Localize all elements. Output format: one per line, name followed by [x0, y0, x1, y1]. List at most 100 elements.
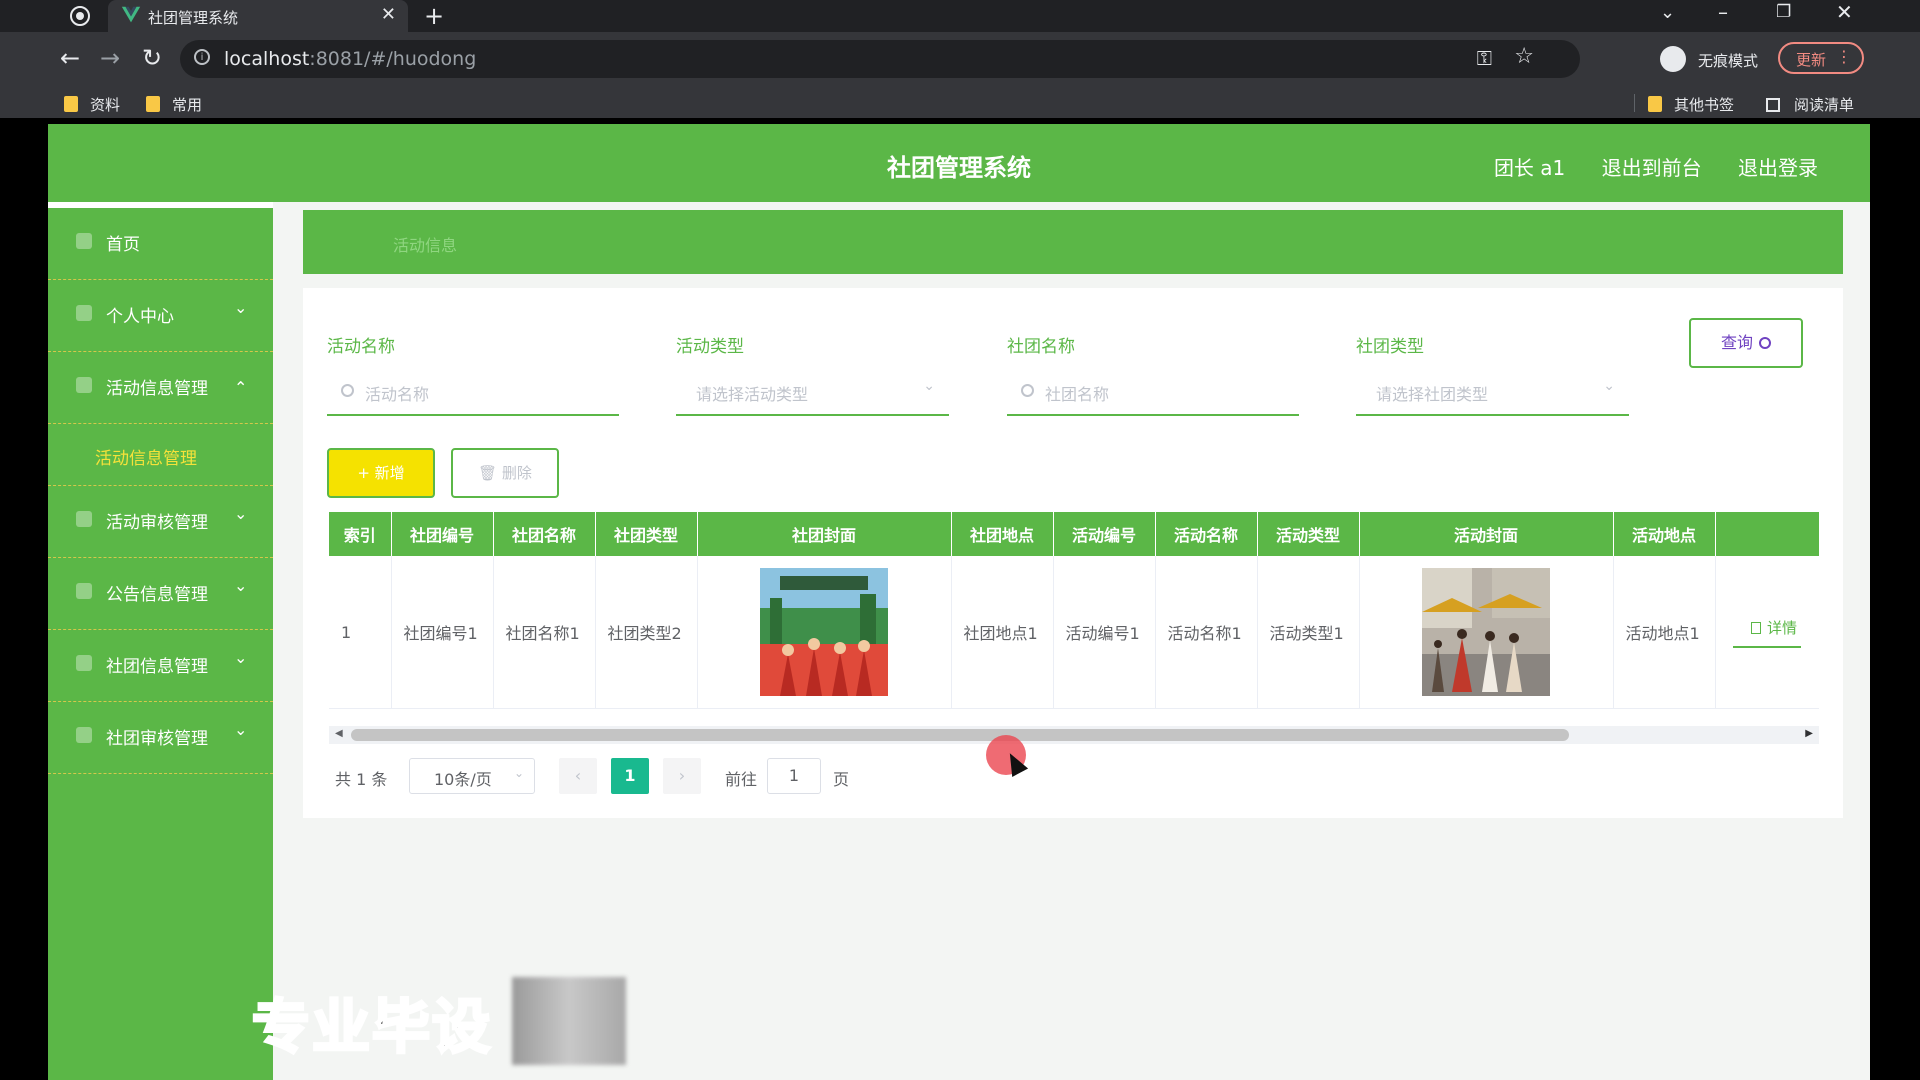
chrome-icon [70, 6, 90, 26]
query-button[interactable]: 查询 [1689, 318, 1803, 368]
list-card: 活动名称 活动名称 活动类型 请选择活动类型 ⌄ 社团名称 社团名称 社团类型 … [303, 288, 1843, 818]
back-icon[interactable]: ← [60, 44, 80, 72]
prev-page-button[interactable]: ‹ [559, 758, 597, 794]
col-header: 活动类型 [1257, 512, 1360, 556]
current-page[interactable]: 1 [611, 758, 649, 794]
goto-page-input[interactable]: 1 [767, 758, 821, 794]
browser-tab[interactable]: 社团管理系统 ✕ [108, 0, 408, 32]
club-type-select[interactable]: 请选择社团类型 ⌄ [1356, 368, 1629, 416]
search-icon [1759, 337, 1771, 349]
incognito-indicator[interactable]: 无痕模式 [1660, 40, 1780, 78]
page-size-select[interactable]: 10条/页 ⌄ [409, 758, 535, 794]
goto-label: 前往 [725, 770, 758, 789]
chevron-down-icon: ⌄ [234, 504, 248, 523]
table-header-row: 索引 社团编号 社团名称 社团类型 社团封面 社团地点 活动编号 活动名称 活动… [329, 512, 1819, 556]
reading-list-icon [1766, 98, 1780, 112]
add-button[interactable]: + 新增 [327, 448, 435, 498]
horizontal-scrollbar[interactable]: ◀ ▶ [329, 726, 1819, 744]
col-header: 社团类型 [595, 512, 698, 556]
detail-button[interactable]: 详情 [1732, 617, 1801, 648]
sidebar-item-club-review[interactable]: 社团审核管理 ⌄ [48, 702, 273, 774]
bookmark-separator [1634, 94, 1635, 112]
restore-icon[interactable]: ❐ [1776, 2, 1791, 22]
scroll-right-icon[interactable]: ▶ [1805, 728, 1813, 739]
site-info-icon[interactable]: i [194, 49, 210, 65]
col-header: 社团编号 [391, 512, 494, 556]
sidebar-item-activity-review[interactable]: 活动审核管理 ⌄ [48, 486, 273, 558]
menu-icon [76, 583, 92, 599]
breadcrumb: 活动信息 [303, 210, 1843, 274]
current-user[interactable]: 团长 a1 [1494, 156, 1565, 180]
vue-icon [121, 6, 141, 23]
menu-icon [76, 377, 92, 393]
cell-index: 1 [329, 556, 392, 709]
cell-club-name: 社团名称1 [493, 556, 596, 709]
other-bookmarks[interactable]: 其他书签 [1648, 94, 1734, 115]
col-header: 活动封面 [1359, 512, 1614, 556]
url-field[interactable]: i localhost:8081/#/huodong ⚿ ☆ [180, 40, 1580, 78]
delete-button[interactable]: 🗑 删除 [451, 448, 559, 498]
reload-icon[interactable]: ↻ [142, 44, 162, 72]
bookmark-folder-1[interactable]: 资料 [64, 94, 120, 115]
cell-activity-name: 活动名称1 [1155, 556, 1258, 709]
scrollbar-thumb[interactable] [351, 729, 1569, 741]
sidebar-item-activity-management[interactable]: 活动信息管理 ⌃ [48, 352, 273, 424]
cell-activity-no: 活动编号1 [1053, 556, 1156, 709]
exit-to-front-link[interactable]: 退出到前台 [1602, 156, 1702, 180]
col-header: 活动编号 [1053, 512, 1156, 556]
activity-name-label: 活动名称 [327, 337, 395, 357]
search-icon [1021, 384, 1034, 397]
sidebar-item-club-management[interactable]: 社团信息管理 ⌄ [48, 630, 273, 702]
user-icon [76, 305, 92, 321]
scroll-left-icon[interactable]: ◀ [335, 728, 343, 739]
cell-activity-type: 活动类型1 [1257, 556, 1360, 709]
chevron-down-icon: ⌄ [1603, 378, 1615, 394]
main-content: 活动信息 活动名称 活动名称 活动类型 请选择活动类型 ⌄ 社团名称 社团名称 … [273, 202, 1870, 1080]
activity-cover-image[interactable] [1422, 568, 1550, 696]
tab-search-icon[interactable]: ⌄ [1660, 2, 1675, 23]
update-button[interactable]: 更新 ⋮ [1778, 42, 1864, 74]
activity-type-label: 活动类型 [676, 337, 744, 357]
app-window: 社团管理系统 团长 a1 退出到前台 退出登录 首页 个人中心 ⌄ 活动信息管理… [48, 124, 1870, 1080]
home-icon [76, 233, 92, 249]
sidebar-subitem-activity-management[interactable]: 活动信息管理 [48, 424, 273, 486]
folder-icon [64, 96, 78, 112]
chevron-up-icon: ⌃ [234, 378, 248, 397]
data-table: 索引 社团编号 社团名称 社团类型 社团封面 社团地点 活动编号 活动名称 活动… [329, 512, 1819, 728]
cell-activity-location: 活动地点1 [1613, 556, 1716, 709]
sidebar-item-personal-center[interactable]: 个人中心 ⌄ [48, 280, 273, 352]
tab-title: 社团管理系统 [148, 9, 239, 27]
club-name-input[interactable]: 社团名称 [1007, 368, 1299, 416]
bookmark-folder-2[interactable]: 常用 [146, 94, 202, 115]
new-tab-icon[interactable]: + [424, 2, 444, 30]
key-icon[interactable]: ⚿ [1477, 46, 1492, 70]
address-bar: ← → ↻ i localhost:8081/#/huodong ⚿ ☆ 无痕模… [0, 32, 1920, 88]
cell-club-type: 社团类型2 [595, 556, 698, 709]
close-tab-icon[interactable]: ✕ [381, 4, 396, 25]
forward-icon[interactable]: → [100, 44, 120, 72]
table-row: 1 社团编号1 社团名称1 社团类型2 社团地点1 活动编号1 活动名称1 活动… [329, 556, 1819, 709]
menu-icon [76, 727, 92, 743]
cell-actions: 详情 [1715, 556, 1819, 709]
logout-link[interactable]: 退出登录 [1738, 156, 1818, 180]
minimize-icon[interactable]: – [1718, 0, 1728, 24]
club-name-label: 社团名称 [1007, 337, 1075, 357]
reading-list[interactable]: 阅读清单 [1766, 94, 1854, 115]
activity-name-input[interactable]: 活动名称 [327, 368, 619, 416]
next-page-button[interactable]: › [663, 758, 701, 794]
club-cover-image[interactable] [760, 568, 888, 696]
url-path: :8081/#/huodong [309, 48, 477, 70]
cell-club-location: 社团地点1 [951, 556, 1054, 709]
bookmark-star-icon[interactable]: ☆ [1514, 44, 1534, 69]
goto-unit: 页 [833, 770, 850, 789]
bookmarks-bar: 资料 常用 其他书签 阅读清单 [0, 88, 1920, 118]
sidebar-item-home[interactable]: 首页 [48, 208, 273, 280]
chevron-down-icon: ⌄ [234, 720, 248, 739]
close-window-icon[interactable]: ✕ [1836, 0, 1853, 24]
activity-type-select[interactable]: 请选择活动类型 ⌄ [676, 368, 949, 416]
chevron-down-icon: ⌄ [513, 766, 524, 780]
sidebar-item-notice-management[interactable]: 公告信息管理 ⌄ [48, 558, 273, 630]
more-icon: ⋮ [1836, 47, 1852, 66]
incognito-icon [1660, 46, 1686, 72]
chevron-down-icon: ⌄ [923, 378, 935, 394]
